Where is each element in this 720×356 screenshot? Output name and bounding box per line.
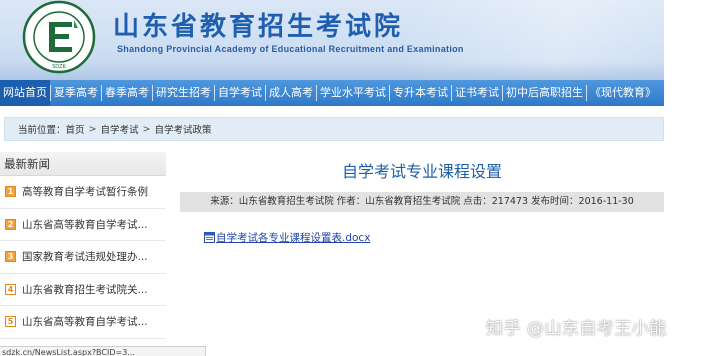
nav-item-adult-exam[interactable]: 成人高考: [266, 80, 316, 106]
article-title: 自学考试专业课程设置: [341, 162, 502, 181]
nav-item-certificate-exam[interactable]: 证书考试: [452, 80, 502, 106]
news-item[interactable]: 3 国家教育考试违规处理办...: [0, 241, 166, 274]
status-bar-url: sdzk.cn/NewsList.aspx?BCID=3...: [0, 346, 206, 356]
news-number-badge: 5: [5, 316, 16, 328]
news-number-badge: 4: [5, 283, 16, 295]
news-item[interactable]: 1 高等教育自学考试暂行条例: [0, 176, 166, 209]
news-item-link[interactable]: 国家教育考试违规处理办...: [22, 249, 162, 264]
breadcrumb-separator: >: [142, 123, 151, 135]
news-item-link[interactable]: 山东省教育招生考试院关...: [22, 282, 162, 297]
news-number-badge: 3: [5, 251, 16, 263]
nav-item-home[interactable]: 网站首页: [0, 80, 50, 106]
nav-item-self-study-exam[interactable]: 自学考试: [215, 80, 265, 106]
breadcrumb-prefix: 当前位置：: [18, 125, 66, 136]
main-nav: 网站首页 夏季高考 春季高考 研究生招考 自学考试 成人高考 学业水平考试 专升…: [0, 80, 664, 106]
site-subtitle: Shandong Provincial Academy of Education…: [117, 44, 464, 54]
academy-logo-icon[interactable]: SDZK: [16, 0, 102, 74]
article-meta: 来源：山东省教育招生考试院 作者：山东省教育招生考试院 点击：217473 发布…: [180, 192, 664, 212]
news-list: 1 高等教育自学考试暂行条例 2 山东省高等教育自学考试... 3 国家教育考试…: [0, 176, 166, 339]
nav-item-vocational-enrollment[interactable]: 初中后高职招生: [503, 80, 586, 106]
nav-item-proficiency-exam[interactable]: 学业水平考试: [317, 80, 389, 106]
latest-news-panel: 最新新闻 1 高等教育自学考试暂行条例 2 山东省高等教育自学考试... 3 国…: [0, 152, 166, 356]
svg-text:SDZK: SDZK: [52, 64, 66, 70]
breadcrumb-separator: >: [88, 123, 97, 135]
news-item[interactable]: 2 山东省高等教育自学考试...: [0, 209, 166, 241]
breadcrumb-policy[interactable]: 自学考试政策: [154, 122, 211, 136]
breadcrumb: 当前位置： 首页 > 自学考试 > 自学考试政策: [4, 117, 664, 141]
word-document-icon: [204, 231, 215, 243]
nav-item-modern-education[interactable]: 《现代教育》: [587, 80, 659, 106]
nav-item-summer-exam[interactable]: 夏季高考: [51, 80, 101, 106]
latest-news-heading: 最新新闻: [0, 152, 166, 176]
attachment-filename[interactable]: 自学考试各专业课程设置表.docx: [216, 230, 370, 245]
news-number-badge: 2: [5, 218, 16, 230]
news-item-link[interactable]: 山东省高等教育自学考试...: [22, 217, 162, 232]
zhihu-watermark: 知乎 @山东自考王小能: [486, 319, 667, 339]
news-item[interactable]: 4 山东省教育招生考试院关...: [0, 274, 166, 306]
nav-item-spring-exam[interactable]: 春季高考: [102, 80, 152, 106]
header-banner: SDZK 山东省教育招生考试院 Shandong Provincial Acad…: [0, 0, 664, 80]
news-number-badge: 1: [5, 186, 16, 198]
news-item-link[interactable]: 山东省高等教育自学考试...: [22, 314, 162, 329]
nav-item-graduate-exam[interactable]: 研究生招考: [153, 80, 214, 106]
site-title: 山东省教育招生考试院: [113, 12, 404, 42]
attachment-link[interactable]: 自学考试各专业课程设置表.docx: [204, 230, 370, 244]
breadcrumb-self-study[interactable]: 自学考试: [101, 122, 139, 136]
news-item-link[interactable]: 高等教育自学考试暂行条例: [22, 184, 162, 199]
news-item[interactable]: 5 山东省高等教育自学考试...: [0, 306, 166, 339]
nav-item-upgrade-exam[interactable]: 专升本考试: [390, 80, 451, 106]
breadcrumb-home[interactable]: 首页: [66, 122, 85, 136]
